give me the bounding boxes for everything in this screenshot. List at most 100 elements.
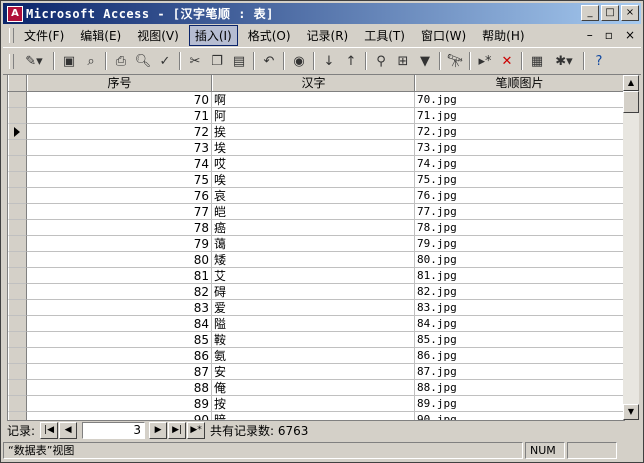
row-selector[interactable]: [8, 252, 27, 268]
datasheet-grid[interactable]: 序号 汉字 笔顺图片 70 啊 70.jpg 71 阿 71.jpg 72 挨 72.jpg 73…: [7, 74, 625, 421]
column-header-image[interactable]: 笔顺图片: [415, 75, 624, 91]
cell-seq[interactable]: 86: [27, 348, 212, 364]
spell-icon[interactable]: ✓: [155, 51, 175, 71]
cell-char[interactable]: 爱: [212, 300, 415, 316]
table-row[interactable]: 76 哀 76.jpg: [8, 188, 624, 204]
menu-item[interactable]: 帮助(H): [476, 25, 530, 46]
row-selector[interactable]: [8, 140, 27, 156]
menu-item[interactable]: 视图(V): [131, 25, 185, 46]
menu-item[interactable]: 插入(I): [188, 25, 238, 46]
cell-seq[interactable]: 70: [27, 92, 212, 108]
cell-image[interactable]: 85.jpg: [415, 332, 624, 348]
row-selector[interactable]: [8, 156, 27, 172]
new-object-icon[interactable]: ✱▾: [549, 51, 579, 71]
table-row[interactable]: 74 哎 74.jpg: [8, 156, 624, 172]
row-selector[interactable]: [8, 204, 27, 220]
cell-seq[interactable]: 76: [27, 188, 212, 204]
vertical-scrollbar[interactable]: ▲ ▼: [623, 74, 639, 420]
cell-char[interactable]: 碍: [212, 284, 415, 300]
cell-char[interactable]: 皑: [212, 204, 415, 220]
cell-image[interactable]: 83.jpg: [415, 300, 624, 316]
cell-char[interactable]: 挨: [212, 124, 415, 140]
mdi-close-button[interactable]: ×: [625, 28, 635, 42]
cell-seq[interactable]: 83: [27, 300, 212, 316]
first-record-button[interactable]: |◀: [40, 421, 59, 439]
close-button[interactable]: ×: [621, 5, 639, 21]
table-row[interactable]: 87 安 87.jpg: [8, 364, 624, 380]
row-selector[interactable]: [8, 348, 27, 364]
cell-seq[interactable]: 77: [27, 204, 212, 220]
save-icon[interactable]: ▣: [59, 51, 79, 71]
table-row[interactable]: 89 按 89.jpg: [8, 396, 624, 412]
table-row[interactable]: 88 俺 88.jpg: [8, 380, 624, 396]
cell-seq[interactable]: 87: [27, 364, 212, 380]
cell-image[interactable]: 82.jpg: [415, 284, 624, 300]
cell-seq[interactable]: 71: [27, 108, 212, 124]
table-row[interactable]: 71 阿 71.jpg: [8, 108, 624, 124]
row-selector[interactable]: [8, 332, 27, 348]
cell-image[interactable]: 80.jpg: [415, 252, 624, 268]
row-selector[interactable]: [8, 220, 27, 236]
new-record-nav-button[interactable]: ▶*: [187, 421, 206, 439]
cell-image[interactable]: 84.jpg: [415, 316, 624, 332]
cell-seq[interactable]: 73: [27, 140, 212, 156]
database-window-icon[interactable]: ▦: [527, 51, 547, 71]
cell-image[interactable]: 78.jpg: [415, 220, 624, 236]
cell-char[interactable]: 埃: [212, 140, 415, 156]
menu-grip[interactable]: [9, 28, 14, 43]
filter-selection-icon[interactable]: ⚲: [371, 51, 391, 71]
cell-seq[interactable]: 82: [27, 284, 212, 300]
row-selector[interactable]: [8, 108, 27, 124]
cell-image[interactable]: 76.jpg: [415, 188, 624, 204]
row-selector[interactable]: [8, 172, 27, 188]
cell-image[interactable]: 72.jpg: [415, 124, 624, 140]
find-icon[interactable]: 🔭︎: [445, 51, 465, 71]
cell-image[interactable]: 81.jpg: [415, 268, 624, 284]
table-row[interactable]: 81 艾 81.jpg: [8, 268, 624, 284]
menu-item[interactable]: 文件(F): [18, 25, 70, 46]
mdi-restore-button[interactable]: ▫: [605, 28, 613, 42]
table-row[interactable]: 86 氨 86.jpg: [8, 348, 624, 364]
table-row[interactable]: 83 爱 83.jpg: [8, 300, 624, 316]
cell-char[interactable]: 啊: [212, 92, 415, 108]
apply-filter-icon[interactable]: ▼: [415, 51, 435, 71]
row-selector[interactable]: [8, 300, 27, 316]
access-app-icon[interactable]: A: [7, 5, 23, 22]
cell-char[interactable]: 蔼: [212, 236, 415, 252]
current-record-input[interactable]: 3: [82, 421, 146, 439]
row-selector[interactable]: [8, 188, 27, 204]
row-selector[interactable]: [8, 316, 27, 332]
cell-image[interactable]: 88.jpg: [415, 380, 624, 396]
row-selector[interactable]: [8, 284, 27, 300]
print-icon[interactable]: ⎙: [111, 51, 131, 71]
preview-icon[interactable]: 🔍︎: [133, 51, 153, 71]
row-selector[interactable]: [8, 380, 27, 396]
cell-image[interactable]: 79.jpg: [415, 236, 624, 252]
cell-char[interactable]: 阿: [212, 108, 415, 124]
cell-char[interactable]: 氨: [212, 348, 415, 364]
cell-image[interactable]: 86.jpg: [415, 348, 624, 364]
delete-record-icon[interactable]: ✕: [497, 51, 517, 71]
cell-char[interactable]: 安: [212, 364, 415, 380]
previous-record-button[interactable]: ◀: [59, 421, 78, 439]
cell-image[interactable]: 89.jpg: [415, 396, 624, 412]
new-record-icon[interactable]: ▸*: [475, 51, 495, 71]
copy-icon[interactable]: ❐: [207, 51, 227, 71]
cell-image[interactable]: 75.jpg: [415, 172, 624, 188]
table-row[interactable]: 84 隘 84.jpg: [8, 316, 624, 332]
row-selector[interactable]: [8, 236, 27, 252]
sort-asc-icon[interactable]: ↓: [319, 51, 339, 71]
cell-char[interactable]: 矮: [212, 252, 415, 268]
scroll-up-button[interactable]: ▲: [623, 75, 639, 91]
next-record-button[interactable]: ▶: [149, 421, 168, 439]
cell-char[interactable]: 按: [212, 396, 415, 412]
column-header-char[interactable]: 汉字: [212, 75, 415, 91]
cell-char[interactable]: 唉: [212, 172, 415, 188]
menu-item[interactable]: 格式(O): [242, 25, 297, 46]
row-selector[interactable]: [8, 396, 27, 412]
cell-char[interactable]: 俺: [212, 380, 415, 396]
table-row[interactable]: 79 蔼 79.jpg: [8, 236, 624, 252]
table-row[interactable]: 75 唉 75.jpg: [8, 172, 624, 188]
view-icon[interactable]: ✎▾: [19, 51, 49, 71]
cell-seq[interactable]: 75: [27, 172, 212, 188]
